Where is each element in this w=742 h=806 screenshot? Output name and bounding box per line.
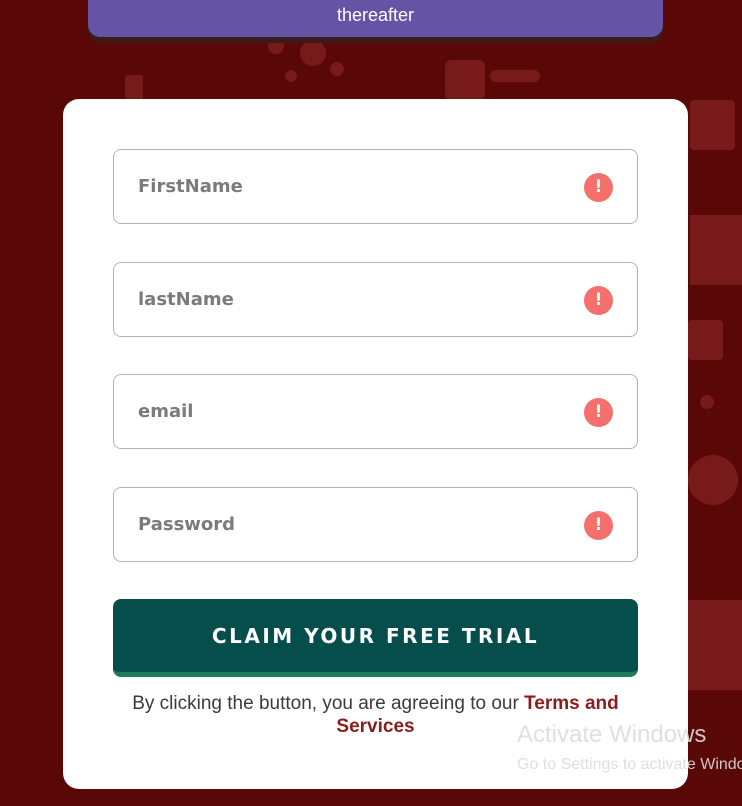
- firstname-input[interactable]: [114, 150, 637, 223]
- exclamation-circle-icon: !: [584, 511, 613, 540]
- signup-card: ! ! ! ! CLAIM YOUR FREE TRIAL By clickin…: [63, 99, 688, 789]
- firstname-field[interactable]: !: [113, 149, 638, 224]
- lastname-input[interactable]: [114, 263, 637, 336]
- password-field[interactable]: !: [113, 487, 638, 562]
- email-input[interactable]: [114, 375, 637, 448]
- top-banner: thereafter: [88, 0, 663, 37]
- email-field[interactable]: !: [113, 374, 638, 449]
- exclamation-circle-icon: !: [584, 173, 613, 202]
- banner-text: thereafter: [336, 5, 415, 25]
- agreement-prefix: By clicking the button, you are agreeing…: [132, 693, 525, 714]
- exclamation-circle-icon: !: [584, 398, 613, 427]
- agreement-text: By clicking the button, you are agreeing…: [103, 692, 648, 738]
- password-input[interactable]: [114, 488, 637, 561]
- claim-free-trial-button[interactable]: CLAIM YOUR FREE TRIAL: [113, 599, 638, 677]
- exclamation-circle-icon: !: [584, 286, 613, 315]
- lastname-field[interactable]: !: [113, 262, 638, 337]
